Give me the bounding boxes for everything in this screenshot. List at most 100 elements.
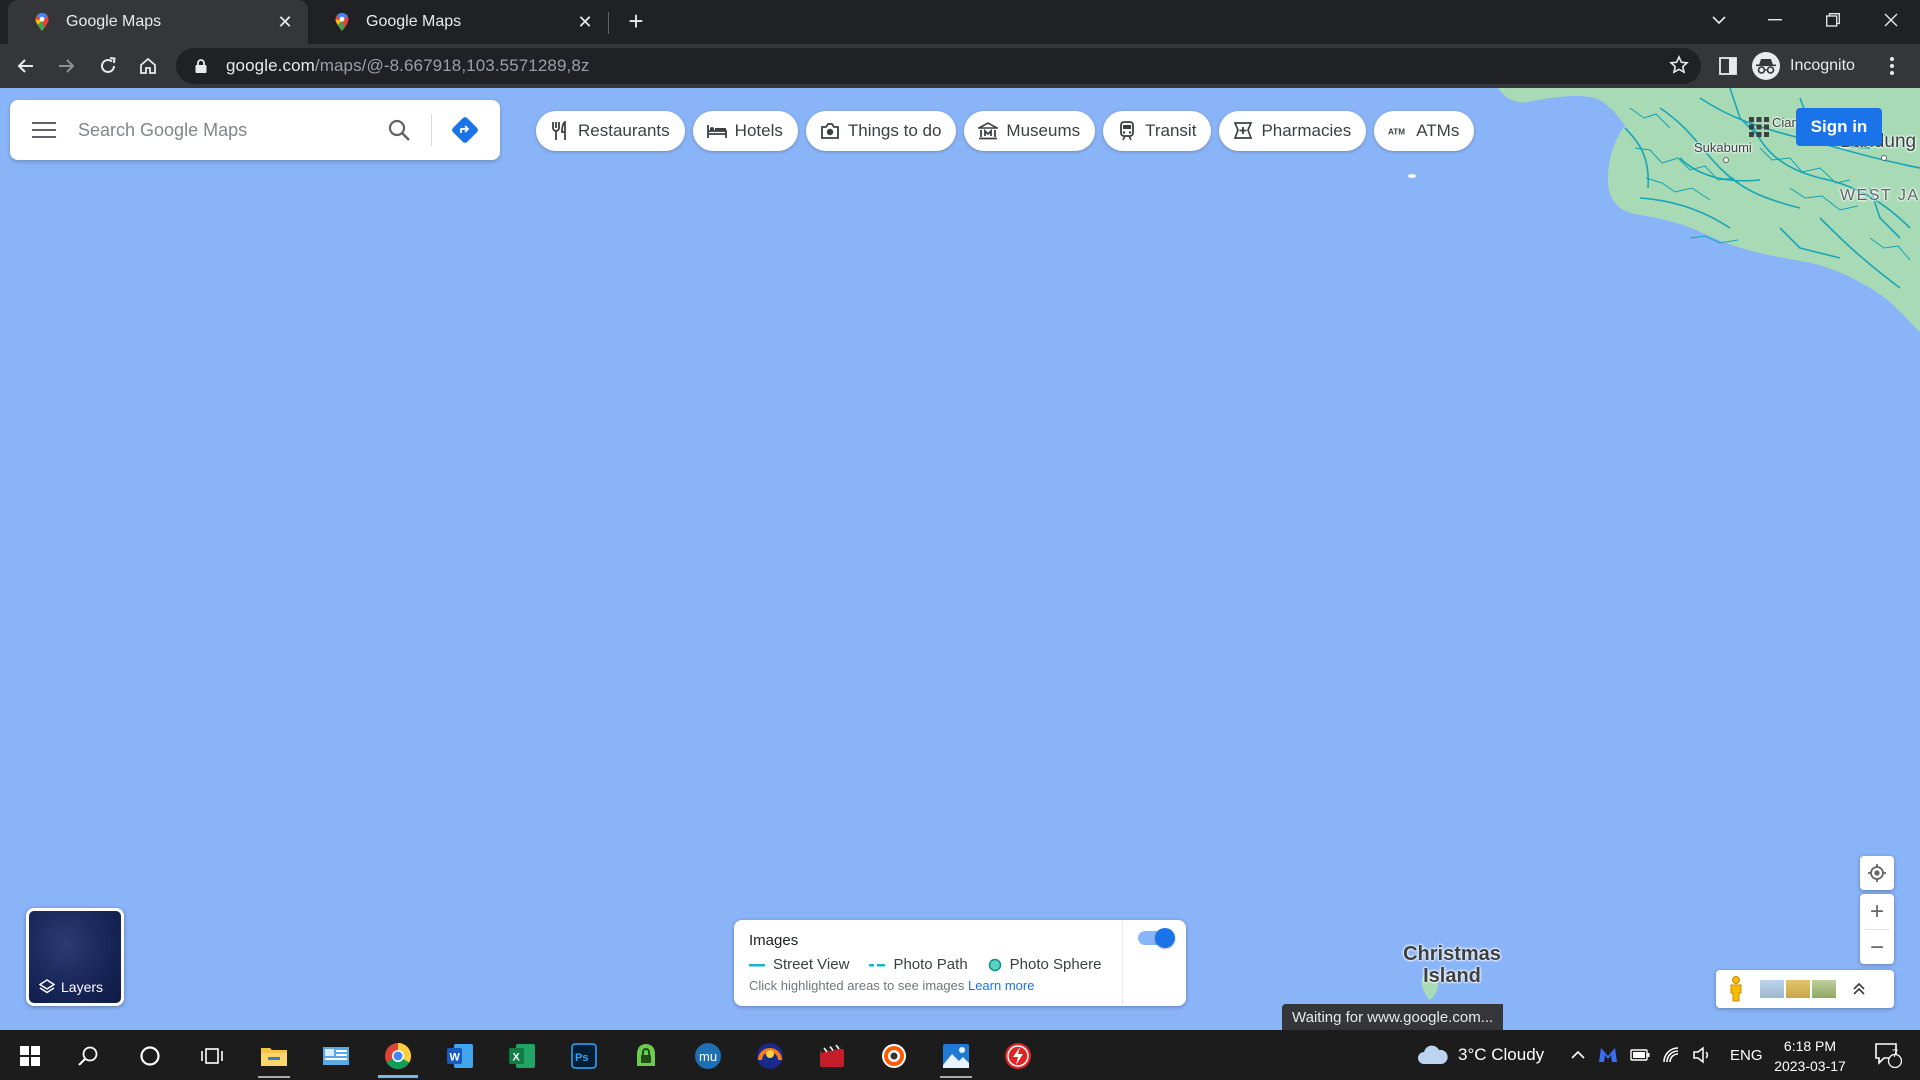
crosshair-location-icon	[1868, 864, 1886, 882]
weather-widget[interactable]: 3°C Cloudy	[1416, 1030, 1544, 1080]
task-view-icon[interactable]	[186, 1034, 238, 1078]
forward-arrow-icon[interactable]	[50, 50, 82, 82]
zoom-in-button[interactable]: +	[1860, 894, 1894, 929]
video-editor-icon[interactable]	[806, 1034, 858, 1078]
my-location-button[interactable]	[1860, 856, 1894, 890]
zoom-out-button[interactable]: −	[1860, 930, 1894, 965]
directions-icon[interactable]	[450, 115, 480, 145]
chip-museums[interactable]: Museums	[964, 111, 1096, 151]
music-app-icon[interactable]	[868, 1034, 920, 1078]
layers-button[interactable]: Layers	[26, 908, 124, 1006]
layers-label: Layers	[61, 979, 104, 995]
taskbar-clock[interactable]: 6:18 PM 2023-03-17	[1760, 1036, 1860, 1076]
legend-photo-sphere: Photo Sphere	[988, 956, 1101, 973]
photoshop-icon[interactable]: Ps	[558, 1034, 610, 1078]
thumbnail-1[interactable]	[1760, 980, 1784, 998]
chip-transit[interactable]: Transit	[1103, 111, 1212, 151]
search-input[interactable]	[78, 119, 367, 141]
chip-hotels[interactable]: Hotels	[692, 111, 798, 151]
wifi-icon[interactable]	[1662, 1046, 1682, 1064]
hamburger-menu-icon[interactable]	[32, 121, 56, 139]
file-explorer-icon[interactable]	[248, 1034, 300, 1078]
place-label-christmas-island[interactable]: Christmas Island	[1382, 943, 1522, 987]
notification-center[interactable]: 7	[1874, 1030, 1902, 1080]
search-icon[interactable]	[387, 118, 411, 142]
city-dot-icon	[1723, 157, 1729, 163]
street-view-line-icon	[749, 963, 765, 966]
media-app-icon[interactable]	[744, 1034, 796, 1078]
show-hidden-icons-chevron-icon[interactable]	[1570, 1050, 1586, 1060]
fork-knife-icon	[550, 121, 570, 141]
new-tab-icon[interactable]: +	[622, 8, 650, 36]
toggle-knob	[1155, 928, 1175, 948]
search-box	[10, 100, 500, 160]
minimize-icon[interactable]	[1748, 0, 1802, 40]
thumbnail-2[interactable]	[1786, 980, 1810, 998]
layers-icon	[39, 979, 55, 994]
side-panel-icon[interactable]	[1712, 50, 1744, 82]
browser-toolbar: google.com/maps/@-8.667918,103.5571289,8…	[0, 44, 1920, 88]
tab-google-maps-2[interactable]: Google Maps ✕	[308, 0, 608, 44]
address-bar[interactable]: google.com/maps/@-8.667918,103.5571289,8…	[176, 48, 1701, 84]
vpn-app-icon[interactable]	[620, 1034, 672, 1078]
weather-text: 3°C Cloudy	[1458, 1045, 1545, 1064]
panel-divider	[1122, 920, 1123, 1006]
clock-date: 2023-03-17	[1774, 1058, 1846, 1074]
volume-icon[interactable]	[1692, 1046, 1712, 1064]
word-icon[interactable]: W	[434, 1034, 486, 1078]
flash-app-icon[interactable]	[992, 1034, 1044, 1078]
incognito-profile-button[interactable]: Incognito	[1752, 50, 1855, 82]
close-tab-icon[interactable]: ✕	[574, 11, 596, 33]
restore-icon[interactable]	[1806, 0, 1860, 40]
google-maps-favicon-icon	[335, 13, 349, 31]
atm-icon: ATM	[1388, 121, 1408, 141]
place-label-sukabumi[interactable]: Sukabumi	[1694, 140, 1752, 155]
language-indicator[interactable]: ENG	[1730, 1047, 1763, 1064]
close-window-icon[interactable]	[1864, 0, 1918, 40]
reload-icon[interactable]	[92, 50, 124, 82]
back-arrow-icon[interactable]	[10, 50, 42, 82]
home-icon[interactable]	[132, 50, 164, 82]
close-tab-icon[interactable]: ✕	[274, 11, 296, 33]
svg-text:X: X	[513, 1052, 521, 1064]
chip-restaurants[interactable]: Restaurants	[536, 111, 685, 151]
battery-icon[interactable]	[1630, 1049, 1650, 1061]
street-view-imagery-bar	[1716, 970, 1894, 1008]
thumbnail-3[interactable]	[1812, 980, 1836, 998]
cortana-circle-icon[interactable]	[124, 1034, 176, 1078]
cloud-icon	[1418, 1045, 1448, 1064]
sign-in-button[interactable]: Sign in	[1796, 108, 1882, 146]
search-icon[interactable]	[62, 1034, 114, 1078]
malwarebytes-icon[interactable]	[1598, 1047, 1618, 1063]
tab-strip: Google Maps ✕ Google Maps ✕ +	[0, 0, 1920, 44]
expand-chevron-up-icon[interactable]	[1852, 982, 1866, 996]
chip-things-to-do[interactable]: Things to do	[805, 111, 957, 151]
map-canvas[interactable]: Sukabumi Bandung WEST JA Cianjur Christm…	[0, 88, 1920, 1030]
svg-text:mu: mu	[699, 1049, 717, 1064]
tab-title: Google Maps	[366, 13, 462, 30]
bookmark-star-icon[interactable]	[1669, 55, 1689, 75]
control-panel-icon[interactable]	[310, 1034, 362, 1078]
mu-app-icon[interactable]: mu	[682, 1034, 734, 1078]
images-title: Images	[749, 932, 799, 949]
islets	[1408, 174, 1416, 178]
google-apps-grid-icon[interactable]	[1748, 116, 1770, 138]
images-hint: Click highlighted areas to see images Le…	[749, 978, 1035, 993]
tab-search-chevron-icon[interactable]	[1692, 0, 1746, 40]
tab-title: Google Maps	[66, 13, 162, 30]
excel-icon[interactable]: X	[496, 1034, 548, 1078]
chrome-icon[interactable]	[372, 1034, 424, 1078]
more-menu-icon[interactable]	[1876, 50, 1908, 82]
chip-atms[interactable]: ATM ATMs	[1374, 111, 1475, 151]
tab-google-maps-1[interactable]: Google Maps ✕	[8, 0, 308, 44]
pegman-icon[interactable]	[1728, 976, 1744, 1002]
photo-path-dashed-line-icon	[869, 963, 886, 966]
notification-count: 7	[1891, 1048, 1899, 1060]
images-layer-toggle[interactable]	[1138, 928, 1175, 948]
chip-pharmacies[interactable]: Pharmacies	[1219, 111, 1367, 151]
layers-caption: Layers	[39, 979, 103, 995]
windows-start-icon[interactable]	[4, 1034, 56, 1078]
photos-app-icon[interactable]	[930, 1034, 982, 1078]
learn-more-link[interactable]: Learn more	[968, 978, 1034, 993]
imagery-thumbnails[interactable]	[1760, 980, 1836, 998]
